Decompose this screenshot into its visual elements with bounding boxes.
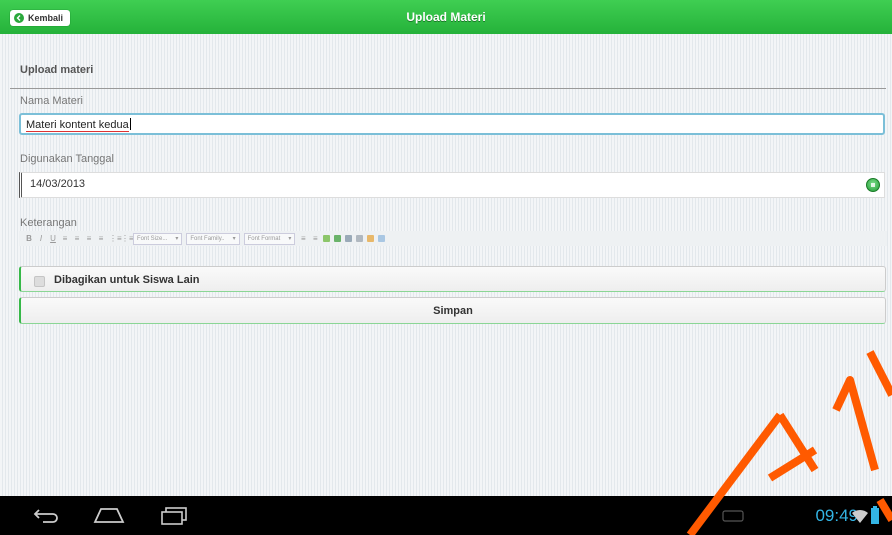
unlink-icon[interactable] — [356, 235, 364, 242]
header-zigzag-border — [0, 31, 892, 39]
bullet-list-icon[interactable]: ⋮≡ — [109, 234, 122, 243]
italic-icon[interactable]: I — [37, 234, 45, 243]
chevron-down-icon: ▾ — [288, 236, 292, 242]
align-justify-icon[interactable]: ≡ — [97, 234, 105, 243]
tanggal-label: Digunakan Tanggal — [20, 153, 114, 165]
date-picker-icon[interactable] — [866, 178, 880, 192]
back-nav-icon[interactable] — [33, 506, 61, 524]
outdent-icon[interactable]: ≡ — [299, 234, 307, 243]
source-code-icon[interactable] — [378, 235, 386, 242]
chevron-down-icon: ▾ — [175, 236, 179, 242]
section-title: Upload materi — [20, 64, 94, 76]
system-navigation-bar: 09:49 — [0, 496, 892, 535]
align-right-icon[interactable]: ≡ — [85, 234, 93, 243]
font-size-select[interactable]: Font Size... ▾ — [133, 232, 183, 245]
wifi-icon — [852, 509, 868, 523]
align-center-icon[interactable]: ≡ — [73, 234, 81, 243]
font-family-select[interactable]: Font Family.. ▾ — [186, 232, 240, 245]
nama-materi-value: Materi kontent kedua — [26, 119, 129, 132]
keterangan-label: Keterangan — [20, 217, 77, 229]
tanggal-value: 14/03/2013 — [30, 178, 86, 190]
font-format-select[interactable]: Font Format ▾ — [243, 232, 296, 245]
table-icon[interactable] — [334, 235, 342, 242]
share-option-panel[interactable]: Dibagikan untuk Siswa Lain — [19, 266, 886, 292]
emoticon-icon[interactable] — [367, 235, 375, 242]
share-checkbox-label: Dibagikan untuk Siswa Lain — [54, 274, 200, 286]
action-bar: Kembali Upload Materi — [0, 0, 892, 34]
recent-apps-icon[interactable] — [160, 506, 188, 526]
page-title: Upload Materi — [406, 10, 486, 24]
underline-icon[interactable]: U — [49, 234, 57, 243]
indent-icon[interactable]: ≡ — [311, 234, 319, 243]
nama-materi-input[interactable]: Materi kontent kedua — [19, 113, 885, 135]
insert-image-icon[interactable] — [323, 235, 331, 242]
align-left-icon[interactable]: ≡ — [61, 234, 69, 243]
bold-icon[interactable]: B — [25, 234, 33, 243]
numbered-list-icon[interactable]: ⋮≡ — [121, 234, 134, 243]
chevron-down-icon: ▾ — [232, 236, 236, 242]
tanggal-input[interactable]: 14/03/2013 — [19, 172, 885, 198]
link-icon[interactable] — [345, 235, 353, 242]
save-button[interactable]: Simpan — [19, 297, 886, 324]
home-nav-icon[interactable] — [93, 506, 125, 524]
nama-materi-label: Nama Materi — [20, 95, 83, 107]
rich-text-toolbar: B I U ≡ ≡ ≡ ≡ ⋮≡ ⋮≡ Font Size... ▾ Font F… — [19, 231, 887, 246]
keyboard-notification-icon — [722, 510, 744, 522]
section-divider — [10, 88, 886, 89]
battery-icon — [871, 506, 879, 524]
share-checkbox[interactable] — [34, 276, 45, 287]
save-button-label: Simpan — [433, 305, 473, 317]
text-caret — [129, 118, 131, 130]
